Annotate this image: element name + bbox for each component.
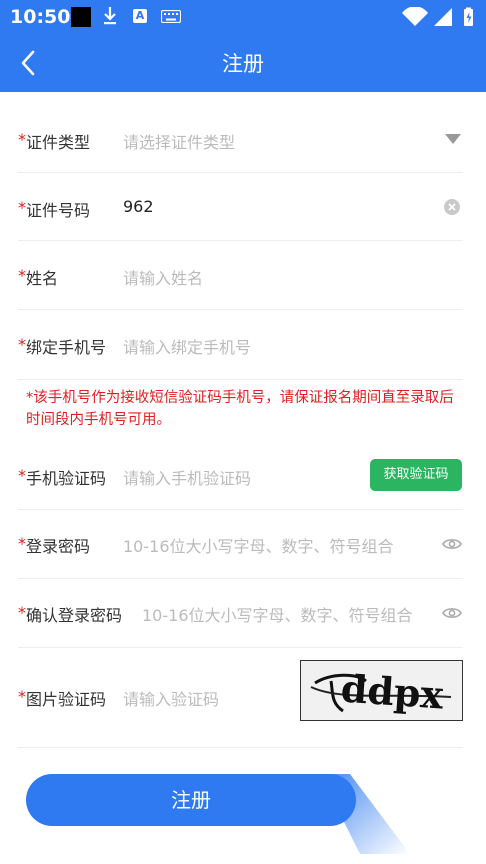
confirm-password-input[interactable]: 10-16位大小写字母、数字、符号组合 xyxy=(142,602,413,626)
captcha-graphic: ddpx xyxy=(310,666,452,718)
phone-label: 绑定手机号 xyxy=(26,338,107,357)
phone-row: * 绑定手机号 请输入绑定手机号 xyxy=(18,310,463,380)
required-mark: * xyxy=(18,198,26,217)
register-button[interactable]: 注册 xyxy=(26,774,356,826)
sms-code-label: 手机验证码 xyxy=(26,469,107,488)
nav-bar: 注册 xyxy=(0,34,486,92)
captcha-input[interactable]: 请输入验证码 xyxy=(123,686,219,710)
id-type-row[interactable]: * 证件类型 请选择证件类型 xyxy=(18,105,463,173)
id-type-select[interactable]: 请选择证件类型 xyxy=(123,129,235,153)
required-mark: * xyxy=(18,466,26,485)
keyboard-icon xyxy=(161,10,181,23)
a-icon: A xyxy=(133,9,147,23)
eye-icon[interactable] xyxy=(442,537,462,551)
id-number-label: 证件号码 xyxy=(26,201,91,220)
required-mark: * xyxy=(18,687,26,706)
status-time: 10:50 xyxy=(10,6,71,28)
required-mark: * xyxy=(18,266,26,285)
system-status-icons xyxy=(402,7,473,26)
notification-square-icon xyxy=(71,7,91,27)
required-mark: * xyxy=(18,130,26,149)
captcha-image[interactable]: ddpx xyxy=(300,660,463,721)
sms-code-input[interactable]: 请输入手机验证码 xyxy=(123,465,251,489)
name-row: * 姓名 请输入姓名 xyxy=(18,241,463,310)
signal-icon xyxy=(434,8,452,26)
eye-icon[interactable] xyxy=(442,606,462,620)
password-row: * 登录密码 10-16位大小写字母、数字、符号组合 xyxy=(18,510,463,579)
phone-input[interactable]: 请输入绑定手机号 xyxy=(123,334,251,358)
clear-icon[interactable] xyxy=(444,199,460,215)
status-bar: 10:50 A xyxy=(0,0,486,34)
download-icon xyxy=(104,7,116,25)
name-label: 姓名 xyxy=(26,269,59,288)
id-number-input[interactable]: 962 xyxy=(123,197,154,216)
required-mark: * xyxy=(18,335,26,354)
get-sms-code-button[interactable]: 获取验证码 xyxy=(370,459,462,491)
required-mark: * xyxy=(18,534,26,553)
id-type-label: 证件类型 xyxy=(26,133,91,152)
captcha-text: ddpx xyxy=(340,666,446,718)
password-label: 登录密码 xyxy=(26,537,91,556)
password-input[interactable]: 10-16位大小写字母、数字、符号组合 xyxy=(123,533,394,557)
name-input[interactable]: 请输入姓名 xyxy=(123,265,203,289)
captcha-label: 图片验证码 xyxy=(26,690,107,709)
confirm-password-label: 确认登录密码 xyxy=(26,606,123,625)
dropdown-triangle-icon[interactable] xyxy=(445,134,461,145)
required-mark: * xyxy=(18,603,26,622)
page-title: 注册 xyxy=(222,52,264,76)
wifi-icon xyxy=(402,7,428,26)
id-number-row: * 证件号码 962 xyxy=(18,173,463,241)
phone-notice: *该手机号作为接收短信验证码手机号，请保证报名期间直至录取后时间段内手机号可用。 xyxy=(26,390,454,428)
confirm-password-row: * 确认登录密码 10-16位大小写字母、数字、符号组合 xyxy=(18,579,463,648)
